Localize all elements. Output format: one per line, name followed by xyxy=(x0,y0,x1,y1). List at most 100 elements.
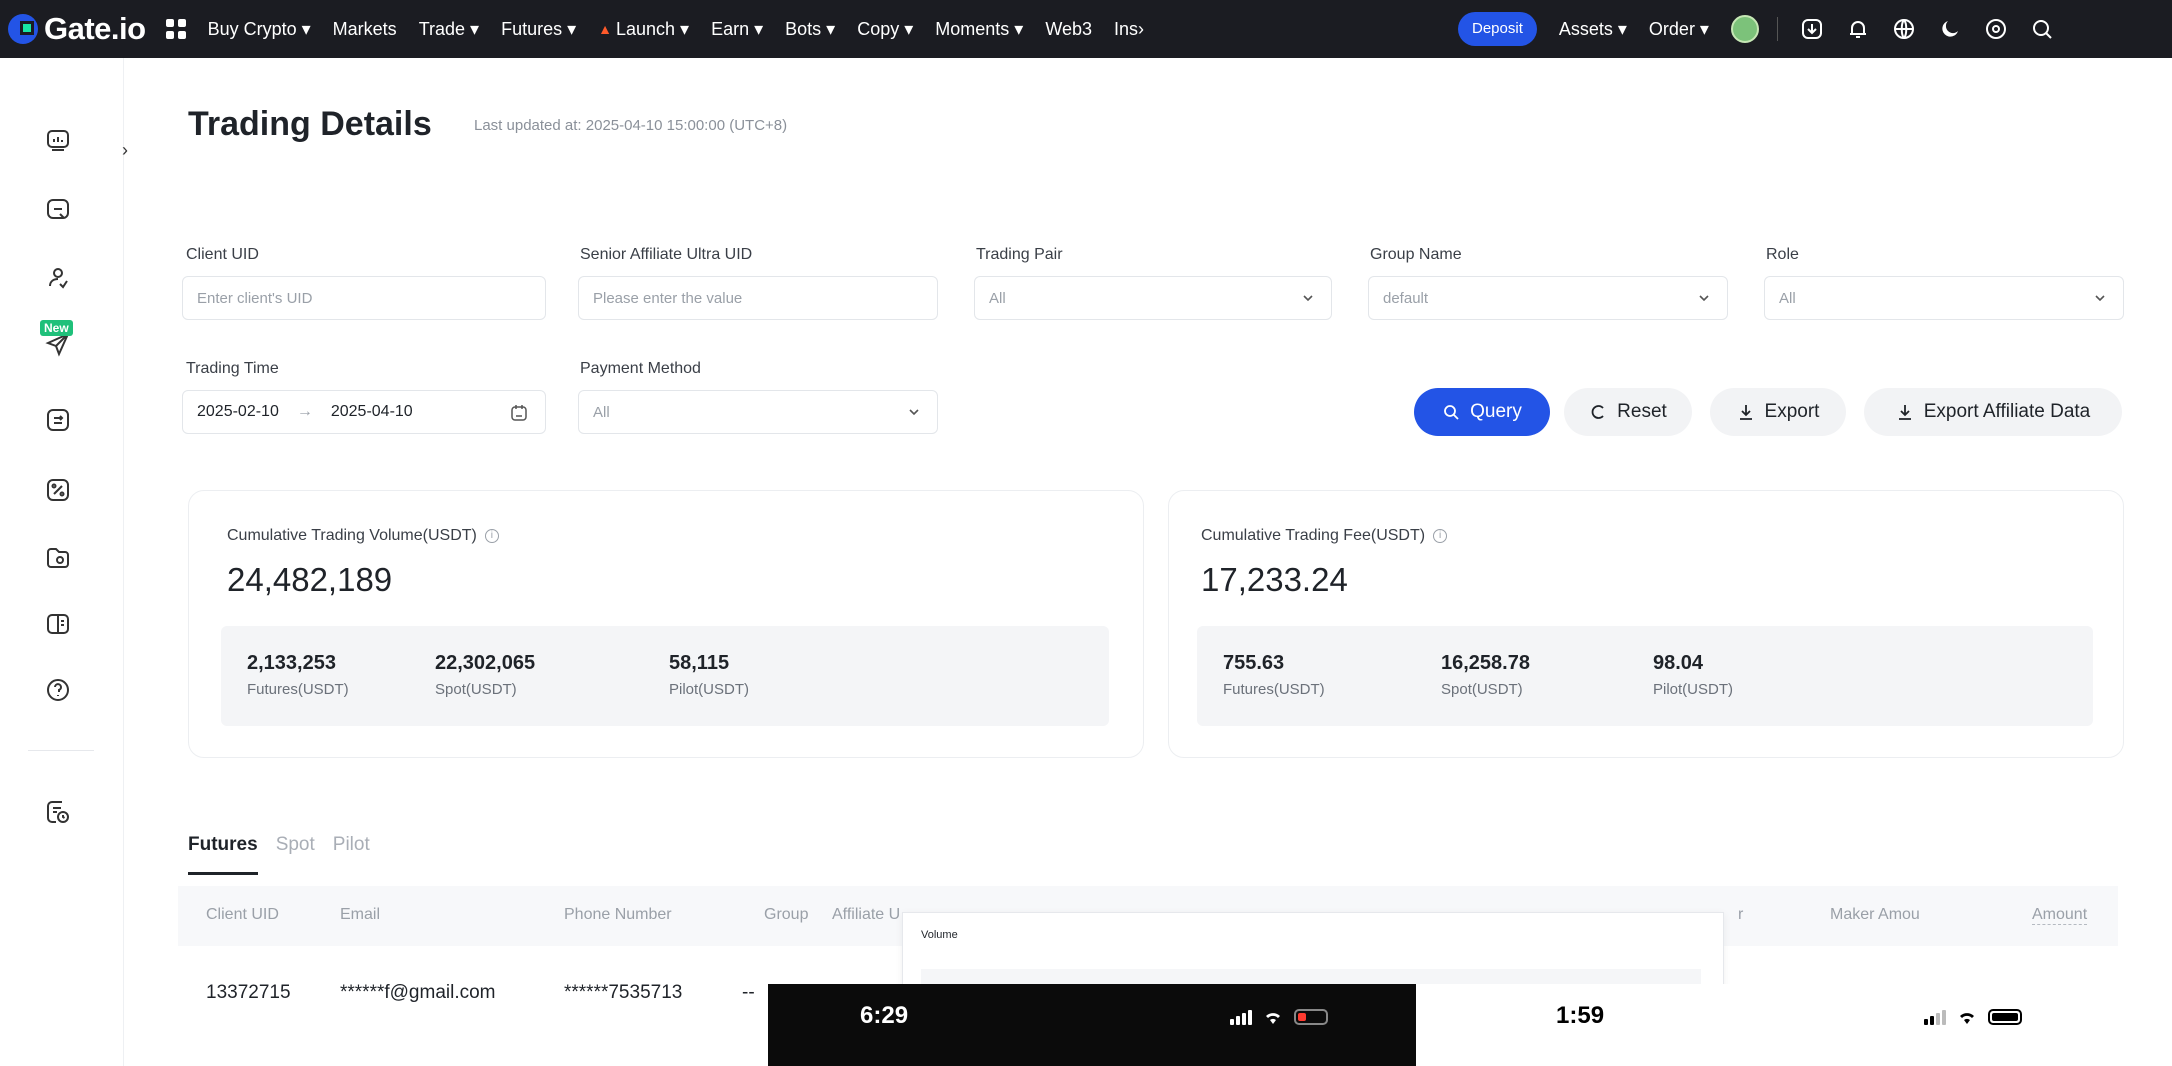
volume-breakdown: 2,133,253 Futures(USDT) 22,302,065 Spot(… xyxy=(221,626,1109,726)
col-email[interactable]: Email xyxy=(340,906,380,924)
moon-icon[interactable] xyxy=(1936,15,1964,43)
chevron-down-icon xyxy=(2095,295,2105,302)
percent-icon[interactable] xyxy=(44,476,72,504)
col-client-uid[interactable]: Client UID xyxy=(206,906,279,924)
cell-group: -- xyxy=(742,982,755,1003)
col-phone[interactable]: Phone Number xyxy=(564,906,672,924)
cumulative-fee-card: Cumulative Trading Fee(USDT) i 17,233.24 … xyxy=(1168,490,2124,758)
volume-spot: 22,302,065 Spot(USDT) xyxy=(435,652,535,698)
trading-time-range[interactable]: 2025-02-10 → 2025-04-10 xyxy=(182,390,546,434)
nav-more[interactable]: Ins› xyxy=(1114,19,1144,40)
settings-icon[interactable] xyxy=(1982,15,2010,43)
gate-logo[interactable]: Gate.io xyxy=(8,11,146,47)
fee-spot: 16,258.78 Spot(USDT) xyxy=(1441,652,1530,698)
fee-breakdown: 755.63 Futures(USDT) 16,258.78 Spot(USDT… xyxy=(1197,626,2093,726)
col-group[interactable]: Group xyxy=(764,906,808,924)
download-icon[interactable] xyxy=(1798,15,1826,43)
tab-spot[interactable]: Spot xyxy=(276,834,315,856)
senior-uid-placeholder: Please enter the value xyxy=(593,289,743,307)
nav-earn[interactable]: Earn ▾ xyxy=(711,19,763,40)
nav-assets[interactable]: Assets ▾ xyxy=(1559,19,1627,40)
export-button[interactable]: Export xyxy=(1710,388,1846,436)
fee-pilot: 98.04 Pilot(USDT) xyxy=(1653,652,1733,698)
senior-uid-input[interactable]: Please enter the value xyxy=(578,276,938,320)
cell-email: ******f@gmail.com xyxy=(340,982,496,1003)
reset-button[interactable]: Reset xyxy=(1564,388,1692,436)
nav-markets[interactable]: Markets xyxy=(333,19,397,40)
tab-futures[interactable]: Futures xyxy=(188,834,258,856)
phone-time: 1:59 xyxy=(1556,1002,1605,1029)
range-arrow: → xyxy=(296,403,313,420)
last-updated-text: Last updated at: 2025-04-10 15:00:00 (UT… xyxy=(474,117,788,134)
chevron-down-icon xyxy=(909,409,919,416)
group-name-select[interactable]: default xyxy=(1368,276,1728,320)
trading-details-icon[interactable] xyxy=(44,406,72,434)
nav-buy-crypto[interactable]: Buy Crypto ▾ xyxy=(208,19,311,40)
trading-pair-select[interactable]: All xyxy=(974,276,1332,320)
book-icon[interactable] xyxy=(44,610,72,638)
col-partial[interactable]: r xyxy=(1738,906,1743,924)
signal-icon xyxy=(1924,1009,1948,1025)
nav-bots[interactable]: Bots ▾ xyxy=(785,19,835,40)
fee-label-text: Cumulative Trading Fee(USDT) xyxy=(1201,527,1426,544)
client-uid-placeholder: Enter client's UID xyxy=(197,289,313,307)
apps-grid-icon[interactable] xyxy=(165,19,186,39)
role-value: All xyxy=(1779,289,1796,307)
role-select[interactable]: All xyxy=(1764,276,2124,320)
phone-status-icons xyxy=(1230,1008,1328,1026)
reset-icon xyxy=(1591,405,1604,419)
sidebar-expand-toggle[interactable]: › xyxy=(122,140,138,164)
chat-icon[interactable] xyxy=(44,196,72,224)
nav-trade[interactable]: Trade ▾ xyxy=(419,19,479,40)
breakdown-value: 98.04 xyxy=(1653,652,1704,674)
nav-divider xyxy=(1776,17,1778,41)
payment-method-label: Payment Method xyxy=(580,360,701,377)
tab-pilot[interactable]: Pilot xyxy=(333,834,370,856)
query-button[interactable]: Query xyxy=(1414,388,1550,436)
deposit-button[interactable]: Deposit xyxy=(1458,12,1537,46)
info-icon[interactable]: i xyxy=(1433,528,1448,543)
start-date[interactable]: 2025-02-10 xyxy=(197,403,279,421)
volume-pilot: 58,115 Pilot(USDT) xyxy=(669,652,749,698)
client-uid-input[interactable]: Enter client's UID xyxy=(182,276,546,320)
search-icon[interactable] xyxy=(2028,15,2056,43)
nav-launch[interactable]: ▲ Launch ▾ xyxy=(598,19,689,40)
wifi-icon xyxy=(1266,1013,1280,1024)
user-avatar[interactable] xyxy=(1730,15,1759,43)
col-affiliate[interactable]: Affiliate U xyxy=(832,906,900,924)
top-nav-bar: Gate.io Buy Crypto ▾ Markets Trade ▾ Fut… xyxy=(0,0,2172,58)
phone-status-icons xyxy=(1924,1008,2022,1026)
users-icon[interactable] xyxy=(44,264,72,292)
calendar-icon[interactable] xyxy=(509,403,529,423)
fee-total: 17,233.24 xyxy=(1201,561,1348,598)
trading-pair-label: Trading Pair xyxy=(976,246,1063,263)
nav-futures[interactable]: Futures ▾ xyxy=(501,19,576,40)
breakdown-label: Pilot(USDT) xyxy=(1653,681,1734,698)
info-icon[interactable]: i xyxy=(484,528,499,543)
report-clock-icon[interactable] xyxy=(44,798,72,826)
end-date[interactable]: 2025-04-10 xyxy=(331,403,413,421)
fee-card-label: Cumulative Trading Fee(USDT) i xyxy=(1201,527,1448,545)
trading-pair-value: All xyxy=(989,289,1006,307)
folder-icon[interactable] xyxy=(44,544,72,572)
col-amount[interactable]: Amount xyxy=(2032,906,2088,925)
help-icon[interactable] xyxy=(44,676,72,704)
battery-icon xyxy=(1988,1009,2022,1025)
download-icon xyxy=(1739,405,1752,420)
nav-web3[interactable]: Web3 xyxy=(1045,19,1092,40)
breakdown-label: Futures(USDT) xyxy=(1223,681,1325,698)
nav-moments[interactable]: Moments ▾ xyxy=(935,19,1023,40)
trading-time-label: Trading Time xyxy=(186,360,279,377)
payment-method-select[interactable]: All xyxy=(578,390,938,434)
export-affiliate-button[interactable]: Export Affiliate Data xyxy=(1864,388,2122,436)
col-maker-amount[interactable]: Maker Amou xyxy=(1830,906,1920,924)
client-uid-label: Client UID xyxy=(186,246,259,263)
bell-icon[interactable] xyxy=(1844,15,1872,43)
dashboard-icon[interactable] xyxy=(44,126,72,154)
nav-copy[interactable]: Copy ▾ xyxy=(857,19,913,40)
nav-order[interactable]: Order ▾ xyxy=(1649,19,1709,40)
cell-phone: ******7535713 xyxy=(564,982,683,1003)
globe-icon[interactable] xyxy=(1890,15,1918,43)
wifi-icon xyxy=(1960,1013,1974,1024)
group-name-value: default xyxy=(1383,289,1429,307)
